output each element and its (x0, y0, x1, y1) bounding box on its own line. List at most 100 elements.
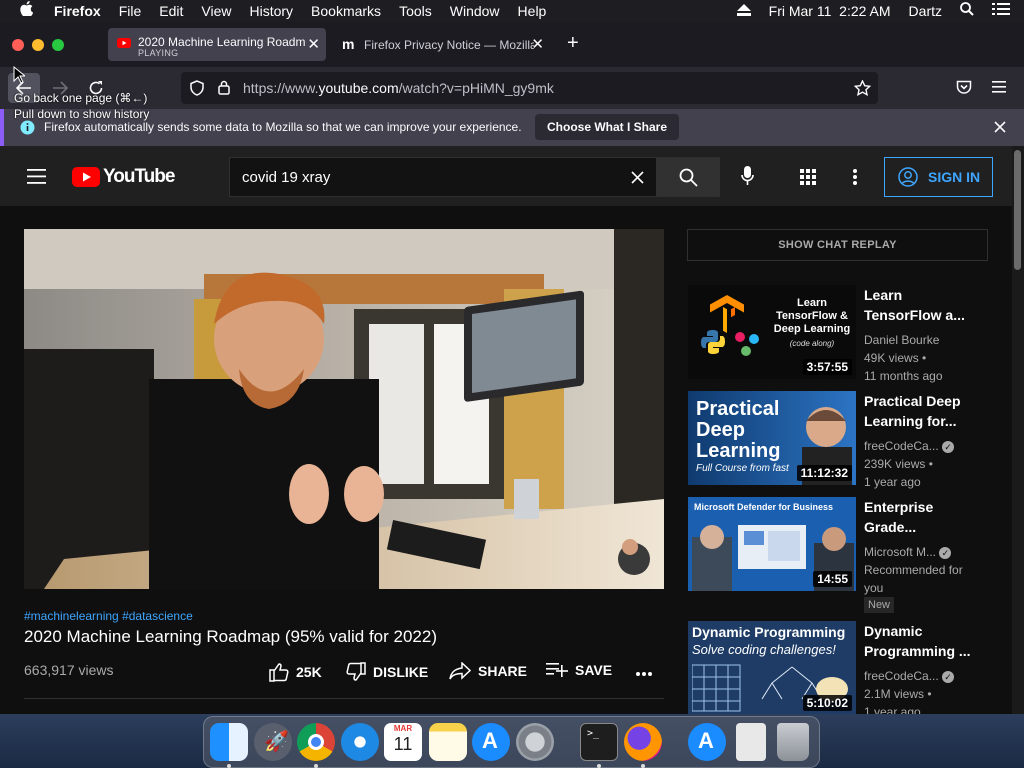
clear-search-icon[interactable] (631, 171, 644, 184)
microphone-icon[interactable] (741, 166, 754, 186)
menu-edit[interactable]: Edit (150, 0, 192, 22)
thumbnail-caption: Practical Deep Learning (696, 398, 781, 462)
preview-document-icon[interactable] (736, 723, 766, 761)
show-chat-replay-button[interactable]: SHOW CHAT REPLAY (687, 229, 988, 261)
search-input[interactable]: covid 19 xray (229, 157, 657, 197)
zoom-window-button[interactable] (52, 39, 64, 51)
upload-age: 1 year ago (864, 475, 921, 489)
video-player[interactable] (24, 229, 664, 589)
thumbnail-subcaption: Full Course from fast (696, 463, 789, 474)
trash-icon[interactable] (777, 723, 809, 761)
firefox-icon[interactable] (624, 723, 662, 761)
share-button[interactable]: SHARE (449, 662, 527, 680)
recommendation-title[interactable]: Practical Deep Learning for... (864, 391, 974, 431)
recommendation-item[interactable]: Practical Deep Learning Full Course from… (688, 391, 998, 489)
tab-mozilla-privacy[interactable]: m Firefox Privacy Notice — Mozilla ✕ (334, 28, 550, 61)
sign-in-button[interactable]: SIGN IN (884, 157, 993, 197)
channel-name[interactable]: Daniel Bourke (864, 331, 979, 349)
dislike-button[interactable]: DISLIKE (346, 662, 428, 682)
menu-bookmarks[interactable]: Bookmarks (302, 0, 390, 22)
youtube-logo-text: YouTube (103, 166, 175, 187)
youtube-page: YouTube covid 19 xray SIGN IN #machinele… (0, 146, 1012, 714)
user-menu[interactable]: Dartz (900, 0, 951, 22)
choose-what-i-share-button[interactable]: Choose What I Share (535, 114, 680, 140)
divider (24, 698, 664, 699)
chrome-icon[interactable] (297, 723, 335, 761)
eject-icon[interactable] (728, 0, 760, 22)
bookmark-star-icon[interactable] (854, 80, 871, 96)
clock[interactable]: Fri Mar 11 2:22 AM (760, 0, 900, 22)
youtube-logo[interactable]: YouTube (72, 166, 175, 188)
apps-grid-icon[interactable] (800, 169, 816, 185)
recommendation-thumbnail[interactable]: Microsoft Defender for Business 14:55 (688, 497, 856, 591)
verified-check-icon: ✓ (942, 441, 955, 453)
more-options-icon[interactable] (853, 169, 857, 185)
new-tab-icon[interactable]: + (567, 32, 579, 55)
notification-message: Firefox automatically sends some data to… (44, 120, 522, 134)
close-tab-icon[interactable]: ✕ (307, 35, 320, 53)
menu-help[interactable]: Help (509, 0, 556, 22)
hamburger-menu-icon[interactable] (992, 81, 1006, 93)
pocket-icon[interactable] (956, 80, 972, 95)
menu-tools[interactable]: Tools (390, 0, 441, 22)
menu-history[interactable]: History (240, 0, 302, 22)
video-title: 2020 Machine Learning Roadmap (95% valid… (24, 627, 437, 646)
app-store-icon[interactable]: A (472, 723, 510, 761)
search-button[interactable] (656, 157, 720, 197)
tracking-protection-shield-icon[interactable] (190, 80, 204, 96)
like-button[interactable]: 25K (269, 662, 322, 682)
lock-icon[interactable] (218, 80, 230, 95)
recommendation-thumbnail[interactable]: Learn TensorFlow & Deep Learning (code a… (688, 285, 856, 379)
menu-file[interactable]: File (110, 0, 151, 22)
notes-icon[interactable] (429, 723, 467, 761)
close-window-button[interactable] (12, 39, 24, 51)
more-actions-icon[interactable] (636, 672, 652, 676)
thumbs-down-icon (346, 662, 366, 681)
recommendation-item[interactable]: Learn TensorFlow & Deep Learning (code a… (688, 285, 998, 383)
recommendation-item[interactable]: Dynamic Programming Solve coding challen… (688, 621, 998, 714)
recommendation-title[interactable]: Dynamic Programming ... (864, 621, 974, 661)
menu-view[interactable]: View (192, 0, 240, 22)
search-query[interactable]: covid 19 xray (242, 169, 330, 186)
tab-youtube[interactable]: 2020 Machine Learning Roadma PLAYING ✕ (108, 28, 326, 61)
spotlight-search-icon[interactable] (951, 0, 983, 22)
launchpad-icon[interactable]: 🚀 (254, 723, 292, 761)
terminal-icon[interactable]: >_ (580, 723, 618, 761)
verified-check-icon: ✓ (942, 671, 955, 683)
tooltip-line: Go back one page (⌘←) (14, 91, 148, 105)
menu-window[interactable]: Window (441, 0, 509, 22)
recommendation-meta: Daniel Bourke 49K views • 11 months ago (864, 331, 979, 385)
url-text[interactable]: https://www.youtube.com/watch?v=pHiMN_gy… (243, 80, 554, 96)
video-hashtags[interactable]: #machinelearning #datascience (24, 609, 193, 623)
recommendation-title[interactable]: Learn TensorFlow a... (864, 285, 974, 325)
apple-menu-icon[interactable] (0, 0, 45, 22)
finder-icon[interactable] (210, 723, 248, 761)
youtube-icon (117, 38, 131, 48)
scrollbar-thumb[interactable] (1014, 150, 1021, 270)
recommendation-title[interactable]: Enterprise Grade... (864, 497, 974, 537)
url-bar[interactable]: https://www.youtube.com/watch?v=pHiMN_gy… (181, 72, 878, 104)
recommendation-item[interactable]: Microsoft Defender for Business 14:55 En… (688, 497, 998, 613)
view-count: 663,917 views (24, 662, 114, 678)
channel-name[interactable]: Microsoft M... ✓ (864, 543, 979, 561)
close-tab-icon[interactable]: ✕ (531, 35, 544, 53)
guide-menu-icon[interactable] (27, 169, 46, 184)
app-menu-firefox[interactable]: Firefox (45, 0, 110, 22)
upload-age: 11 months ago (864, 369, 943, 383)
like-count: 25K (296, 664, 322, 680)
minimize-window-button[interactable] (32, 39, 44, 51)
tab-playing-label: PLAYING (138, 48, 179, 58)
safari-icon[interactable] (341, 723, 379, 761)
channel-name[interactable]: freeCodeCa... ✓ (864, 437, 979, 455)
mozilla-icon: m (342, 36, 355, 52)
system-preferences-icon[interactable] (516, 723, 554, 761)
view-count: 2.1M views • (864, 687, 932, 701)
recommendation-thumbnail[interactable]: Dynamic Programming Solve coding challen… (688, 621, 856, 714)
app-store-installer-icon[interactable]: A (688, 723, 726, 761)
save-button[interactable]: SAVE (546, 662, 612, 678)
channel-name[interactable]: freeCodeCa... ✓ (864, 667, 979, 685)
control-center-icon[interactable] (983, 0, 1024, 22)
close-notification-icon[interactable] (994, 121, 1006, 133)
calendar-icon[interactable]: MAR 11 (384, 723, 422, 761)
recommendation-thumbnail[interactable]: Practical Deep Learning Full Course from… (688, 391, 856, 485)
